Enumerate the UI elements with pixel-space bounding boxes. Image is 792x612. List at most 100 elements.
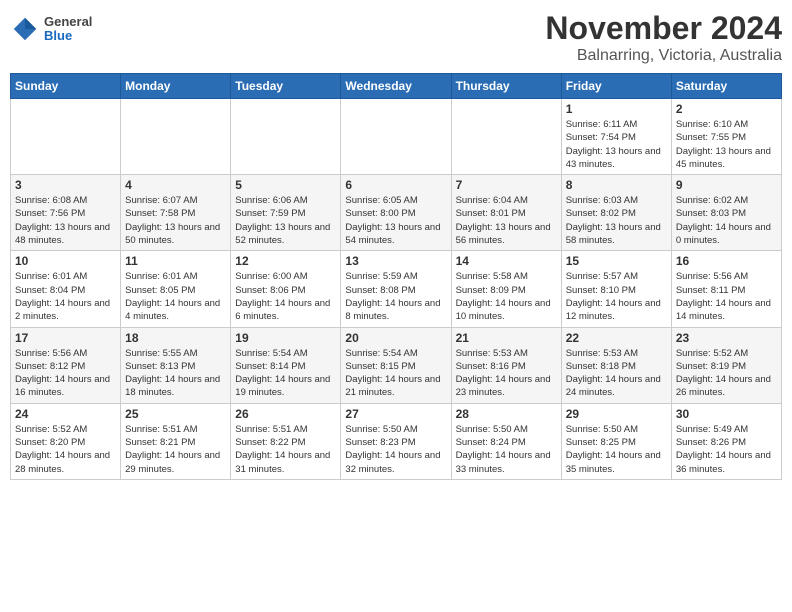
day-info: Sunrise: 6:06 AMSunset: 7:59 PMDaylight:… (235, 194, 336, 247)
calendar-cell: 5 Sunrise: 6:06 AMSunset: 7:59 PMDaylight… (231, 175, 341, 251)
calendar-cell (11, 99, 121, 175)
calendar-cell: 1Sunrise: 6:11 AMSunset: 7:54 PMDaylight… (561, 99, 671, 175)
day-number: 3 (15, 178, 116, 192)
day-info: Sunrise: 6:01 AMSunset: 8:04 PMDaylight:… (15, 270, 116, 323)
day-number: 14 (456, 254, 557, 268)
day-info: Sunrise: 5:51 AMSunset: 8:21 PMDaylight:… (125, 423, 226, 476)
day-number: 4 (125, 178, 226, 192)
calendar-cell: 20Sunrise: 5:54 AMSunset: 8:15 PMDayligh… (341, 327, 451, 403)
day-number: 8 (566, 178, 667, 192)
day-info: Sunrise: 5:50 AMSunset: 8:25 PMDaylight:… (566, 423, 667, 476)
day-info: Sunrise: 5:51 AMSunset: 8:22 PMDaylight:… (235, 423, 336, 476)
day-number: 16 (676, 254, 777, 268)
calendar-cell: 27Sunrise: 5:50 AMSunset: 8:23 PMDayligh… (341, 403, 451, 479)
day-number: 9 (676, 178, 777, 192)
day-info: Sunrise: 6:04 AMSunset: 8:01 PMDaylight:… (456, 194, 557, 247)
weekday-header-thursday: Thursday (451, 74, 561, 99)
calendar-cell: 10 Sunrise: 6:01 AMSunset: 8:04 PMDayligh… (11, 251, 121, 327)
day-info: Sunrise: 5:53 AMSunset: 8:16 PMDaylight:… (456, 347, 557, 400)
calendar-cell: 13 Sunrise: 5:59 AMSunset: 8:08 PMDayligh… (341, 251, 451, 327)
weekday-header-friday: Friday (561, 74, 671, 99)
title-block: November 2024 Balnarring, Victoria, Aust… (545, 10, 782, 65)
calendar-cell: 28 Sunrise: 5:50 AMSunset: 8:24 PMDayligh… (451, 403, 561, 479)
calendar-cell: 9Sunrise: 6:02 AMSunset: 8:03 PMDaylight… (671, 175, 781, 251)
day-number: 17 (15, 331, 116, 345)
day-info: Sunrise: 5:55 AMSunset: 8:13 PMDaylight:… (125, 347, 226, 400)
day-info: Sunrise: 6:05 AMSunset: 8:00 PMDaylight:… (345, 194, 446, 247)
calendar-cell: 11Sunrise: 6:01 AMSunset: 8:05 PMDayligh… (121, 251, 231, 327)
calendar-cell: 8 Sunrise: 6:03 AMSunset: 8:02 PMDaylight… (561, 175, 671, 251)
day-info: Sunrise: 5:52 AMSunset: 8:19 PMDaylight:… (676, 347, 777, 400)
calendar-cell: 12Sunrise: 6:00 AMSunset: 8:06 PMDayligh… (231, 251, 341, 327)
calendar-cell: 25Sunrise: 5:51 AMSunset: 8:21 PMDayligh… (121, 403, 231, 479)
day-number: 24 (15, 407, 116, 421)
day-info: Sunrise: 5:52 AMSunset: 8:20 PMDaylight:… (15, 423, 116, 476)
day-info: Sunrise: 5:58 AMSunset: 8:09 PMDaylight:… (456, 270, 557, 323)
location-subtitle: Balnarring, Victoria, Australia (545, 47, 782, 65)
month-title: November 2024 (545, 10, 782, 47)
day-info: Sunrise: 5:56 AMSunset: 8:12 PMDaylight:… (15, 347, 116, 400)
day-info: Sunrise: 5:54 AMSunset: 8:14 PMDaylight:… (235, 347, 336, 400)
day-info: Sunrise: 5:50 AMSunset: 8:24 PMDaylight:… (456, 423, 557, 476)
calendar-cell: 4 Sunrise: 6:07 AMSunset: 7:58 PMDaylight… (121, 175, 231, 251)
calendar-week-row: 10 Sunrise: 6:01 AMSunset: 8:04 PMDayligh… (11, 251, 782, 327)
calendar-cell (231, 99, 341, 175)
day-number: 15 (566, 254, 667, 268)
day-number: 21 (456, 331, 557, 345)
day-number: 12 (235, 254, 336, 268)
day-number: 6 (345, 178, 446, 192)
day-info: Sunrise: 5:53 AMSunset: 8:18 PMDaylight:… (566, 347, 667, 400)
day-number: 7 (456, 178, 557, 192)
calendar-cell: 6 Sunrise: 6:05 AMSunset: 8:00 PMDaylight… (341, 175, 451, 251)
day-number: 26 (235, 407, 336, 421)
day-number: 28 (456, 407, 557, 421)
weekday-header-wednesday: Wednesday (341, 74, 451, 99)
day-info: Sunrise: 6:07 AMSunset: 7:58 PMDaylight:… (125, 194, 226, 247)
calendar-cell (121, 99, 231, 175)
logo-general: General (44, 15, 92, 29)
calendar-cell (341, 99, 451, 175)
day-number: 30 (676, 407, 777, 421)
logo-blue: Blue (44, 29, 92, 43)
day-info: Sunrise: 6:03 AMSunset: 8:02 PMDaylight:… (566, 194, 667, 247)
day-info: Sunrise: 5:57 AMSunset: 8:10 PMDaylight:… (566, 270, 667, 323)
weekday-header-monday: Monday (121, 74, 231, 99)
calendar-cell: 22 Sunrise: 5:53 AMSunset: 8:18 PMDayligh… (561, 327, 671, 403)
day-number: 11 (125, 254, 226, 268)
day-info: Sunrise: 6:10 AMSunset: 7:55 PMDaylight:… (676, 118, 777, 171)
logo: General Blue (10, 14, 92, 44)
calendar-cell: 16 Sunrise: 5:56 AMSunset: 8:11 PMDayligh… (671, 251, 781, 327)
weekday-header-row: SundayMondayTuesdayWednesdayThursdayFrid… (11, 74, 782, 99)
calendar-cell: 23Sunrise: 5:52 AMSunset: 8:19 PMDayligh… (671, 327, 781, 403)
day-number: 10 (15, 254, 116, 268)
calendar-cell: 21 Sunrise: 5:53 AMSunset: 8:16 PMDayligh… (451, 327, 561, 403)
day-number: 22 (566, 331, 667, 345)
day-number: 29 (566, 407, 667, 421)
day-number: 2 (676, 102, 777, 116)
day-info: Sunrise: 5:49 AMSunset: 8:26 PMDaylight:… (676, 423, 777, 476)
calendar-week-row: 24 Sunrise: 5:52 AMSunset: 8:20 PMDayligh… (11, 403, 782, 479)
calendar-cell: 29 Sunrise: 5:50 AMSunset: 8:25 PMDayligh… (561, 403, 671, 479)
calendar-cell (451, 99, 561, 175)
day-number: 18 (125, 331, 226, 345)
calendar-cell: 2 Sunrise: 6:10 AMSunset: 7:55 PMDaylight… (671, 99, 781, 175)
logo-text: General Blue (44, 15, 92, 44)
calendar-cell: 24 Sunrise: 5:52 AMSunset: 8:20 PMDayligh… (11, 403, 121, 479)
day-info: Sunrise: 5:56 AMSunset: 8:11 PMDaylight:… (676, 270, 777, 323)
calendar-cell: 18 Sunrise: 5:55 AMSunset: 8:13 PMDayligh… (121, 327, 231, 403)
day-info: Sunrise: 5:50 AMSunset: 8:23 PMDaylight:… (345, 423, 446, 476)
weekday-header-tuesday: Tuesday (231, 74, 341, 99)
day-number: 5 (235, 178, 336, 192)
weekday-header-sunday: Sunday (11, 74, 121, 99)
day-info: Sunrise: 5:59 AMSunset: 8:08 PMDaylight:… (345, 270, 446, 323)
calendar-cell: 30 Sunrise: 5:49 AMSunset: 8:26 PMDayligh… (671, 403, 781, 479)
page-header: General Blue November 2024 Balnarring, V… (10, 10, 782, 65)
calendar-cell: 7 Sunrise: 6:04 AMSunset: 8:01 PMDaylight… (451, 175, 561, 251)
logo-icon (10, 14, 40, 44)
calendar-cell: 19Sunrise: 5:54 AMSunset: 8:14 PMDayligh… (231, 327, 341, 403)
calendar-cell: 17 Sunrise: 5:56 AMSunset: 8:12 PMDayligh… (11, 327, 121, 403)
calendar-cell: 14 Sunrise: 5:58 AMSunset: 8:09 PMDayligh… (451, 251, 561, 327)
calendar-week-row: 1Sunrise: 6:11 AMSunset: 7:54 PMDaylight… (11, 99, 782, 175)
calendar-cell: 15 Sunrise: 5:57 AMSunset: 8:10 PMDayligh… (561, 251, 671, 327)
day-number: 13 (345, 254, 446, 268)
